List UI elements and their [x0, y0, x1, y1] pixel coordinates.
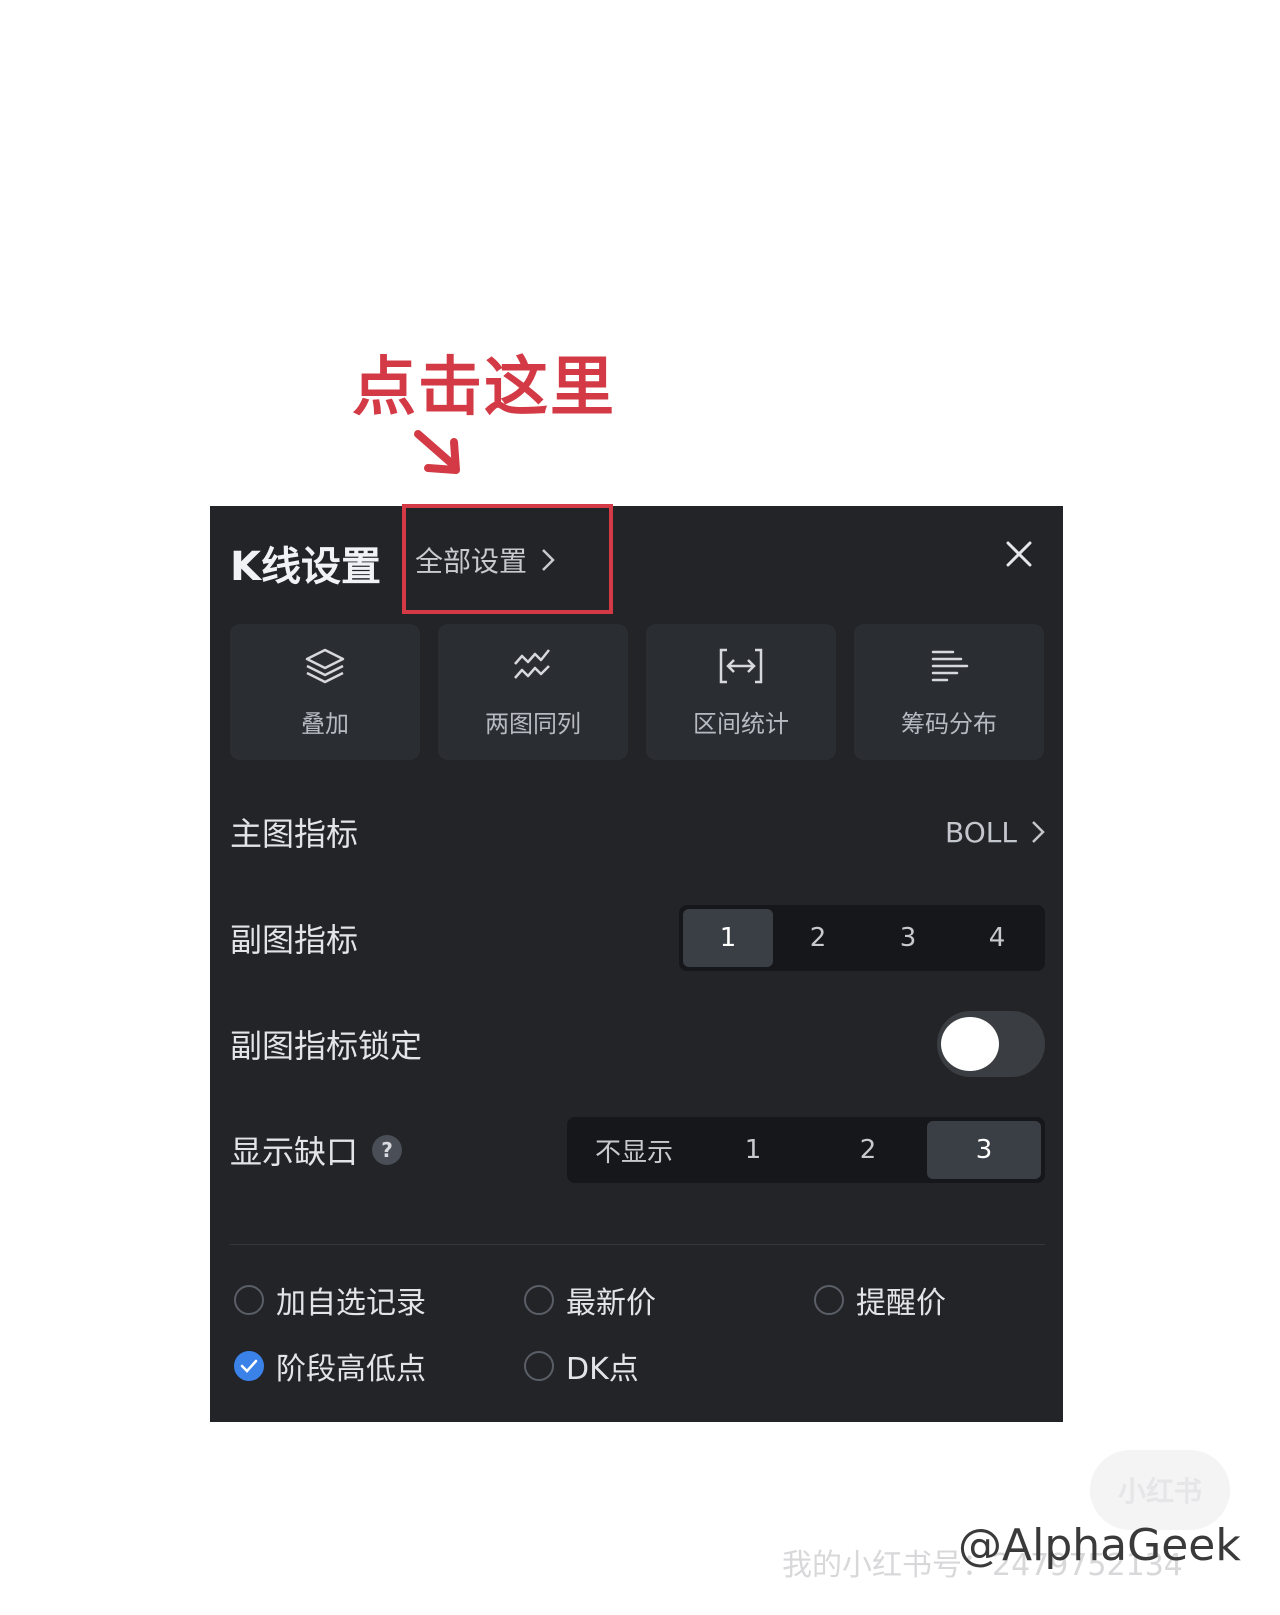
layers-icon: [305, 648, 345, 683]
sub-indicator-option[interactable]: 4: [953, 909, 1041, 967]
range-stat-icon: [719, 648, 763, 683]
tool-bar: 叠加 两图同列 区间统计 筹码分布: [230, 624, 1044, 760]
radio-icon: [524, 1285, 554, 1315]
toggle-knob: [941, 1017, 999, 1071]
tool-chip-distribution[interactable]: 筹码分布: [854, 624, 1044, 760]
divider: [230, 1244, 1045, 1245]
watermark-handle: @AlphaGeek: [958, 1520, 1241, 1571]
watermark-logo: 小红书: [1090, 1450, 1230, 1530]
tool-dual-chart[interactable]: 两图同列: [438, 624, 628, 760]
tool-overlay[interactable]: 叠加: [230, 624, 420, 760]
sub-indicator-segment: 1 2 3 4: [679, 905, 1045, 971]
dual-chart-icon: [514, 648, 550, 679]
option-label: 最新价: [566, 1286, 656, 1321]
gap-label: 显示缺口: [230, 1133, 359, 1171]
gap-segment: 不显示 1 2 3: [567, 1117, 1045, 1183]
radio-icon: [524, 1351, 554, 1381]
gap-option[interactable]: 不显示: [571, 1121, 697, 1179]
radio-icon: [814, 1285, 844, 1315]
gap-option[interactable]: 2: [809, 1121, 927, 1179]
annotation-arrow-icon: [414, 430, 460, 474]
tool-label: 区间统计: [693, 709, 789, 738]
close-icon[interactable]: [1005, 540, 1033, 568]
gap-option[interactable]: 1: [697, 1121, 809, 1179]
check-icon: [234, 1351, 264, 1381]
tool-label: 筹码分布: [901, 709, 997, 738]
help-icon[interactable]: ?: [372, 1135, 403, 1165]
annotation-text: 点击这里: [352, 351, 616, 425]
sub-indicator-option[interactable]: 3: [863, 909, 953, 967]
main-indicator-row[interactable]: 主图指标 BOLL: [230, 800, 1045, 864]
gap-row: 显示缺口 ? 不显示 1 2 3: [230, 1117, 1045, 1183]
sub-indicator-option[interactable]: 2: [773, 909, 863, 967]
gap-label-group: 显示缺口 ?: [230, 1127, 403, 1173]
tool-label: 两图同列: [485, 709, 581, 738]
tool-label: 叠加: [301, 709, 349, 738]
kline-settings-panel: K线设置 全部设置 叠加 两图同列 区间统计 筹码分布 主图指标 BOLL 副图…: [210, 504, 1063, 1422]
option-stage-high-low[interactable]: 阶段高低点: [234, 1344, 426, 1388]
tool-range-stat[interactable]: 区间统计: [646, 624, 836, 760]
sub-indicator-label: 副图指标: [230, 921, 359, 959]
radio-icon: [234, 1285, 264, 1315]
option-label: 提醒价: [856, 1286, 946, 1321]
sub-indicator-row: 副图指标 1 2 3 4: [230, 905, 1045, 971]
option-label: 加自选记录: [276, 1286, 426, 1321]
highlight-box: [402, 504, 613, 614]
sub-indicator-option[interactable]: 1: [683, 909, 773, 967]
option-label: 阶段高低点: [276, 1352, 426, 1387]
sub-lock-label: 副图指标锁定: [230, 1027, 423, 1065]
gap-option[interactable]: 3: [927, 1121, 1041, 1179]
option-label: DK点: [566, 1352, 639, 1387]
option-add-watchlist-record[interactable]: 加自选记录: [234, 1278, 426, 1322]
chevron-right-icon: [1032, 821, 1045, 843]
sub-lock-row: 副图指标锁定: [230, 1011, 1045, 1077]
main-indicator-label: 主图指标: [230, 815, 359, 853]
chip-distribution-icon: [931, 650, 969, 681]
option-latest-price[interactable]: 最新价: [524, 1278, 656, 1322]
main-indicator-value: BOLL: [945, 815, 1017, 849]
panel-title: K线设置: [230, 544, 381, 590]
sub-lock-toggle[interactable]: [937, 1011, 1045, 1077]
option-dk-point[interactable]: DK点: [524, 1344, 639, 1388]
option-alert-price[interactable]: 提醒价: [814, 1278, 946, 1322]
